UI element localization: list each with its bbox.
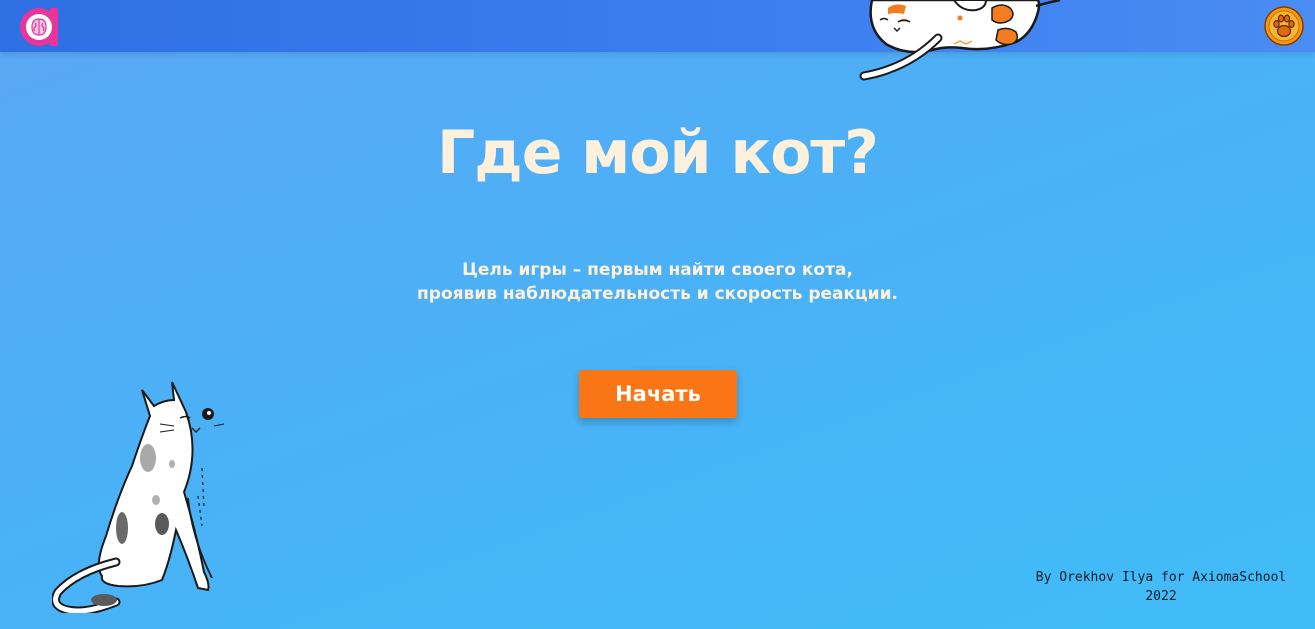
paw-icon <box>1264 6 1304 46</box>
credit-line-author: By Orekhov Ilya for AxiomaSchool <box>1035 570 1287 585</box>
game-description: Цель игры – первым найти своего кота, пр… <box>0 258 1315 306</box>
page-title: Где мой кот? <box>437 118 879 188</box>
author-credit: By Orekhov Ilya for AxiomaSchool 2022 <box>1020 568 1302 606</box>
sitting-cat-illustration <box>52 381 225 613</box>
brain-logo-icon[interactable] <box>18 4 62 48</box>
credit-line-year: 2022 <box>1145 589 1177 604</box>
description-line-2: проявив наблюдательность и скорость реак… <box>417 284 898 304</box>
paw-button[interactable] <box>1264 6 1304 46</box>
top-bar <box>0 0 1315 52</box>
top-cat-illustration <box>859 0 1061 81</box>
description-line-1: Цель игры – первым найти своего кота, <box>462 260 853 280</box>
start-button[interactable]: Начать <box>579 370 737 418</box>
